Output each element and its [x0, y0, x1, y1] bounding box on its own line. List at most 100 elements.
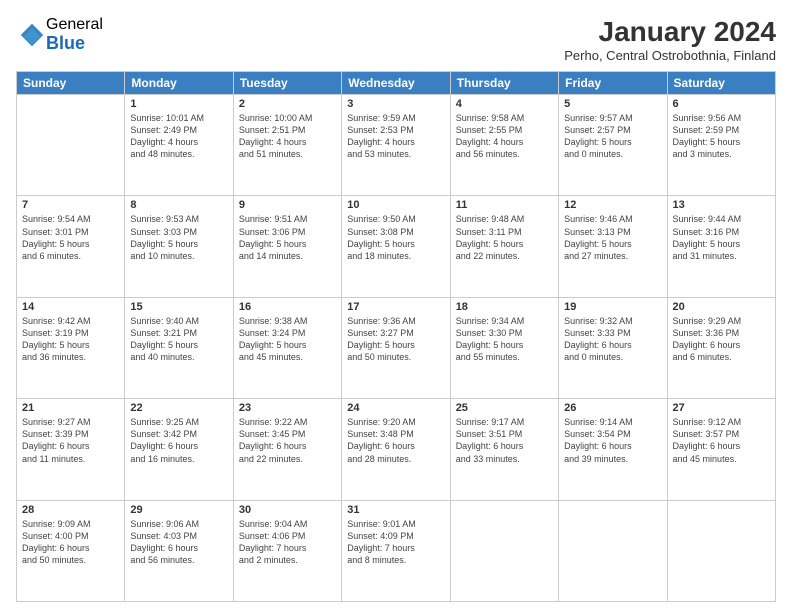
- calendar-cell: 12 Sunrise: 9:46 AM Sunset: 3:13 PM Dayli…: [559, 196, 667, 297]
- calendar-cell: 27 Sunrise: 9:12 AM Sunset: 3:57 PM Dayli…: [667, 399, 775, 500]
- calendar-week-3: 21Sunrise: 9:27 AM Sunset: 3:39 PM Dayli…: [17, 399, 776, 500]
- calendar-week-0: 1 Sunrise: 10:01 AM Sunset: 2:49 PM Dayli…: [17, 95, 776, 196]
- calendar-cell: [17, 95, 125, 196]
- day-info: Sunrise: 9:01 AM Sunset: 4:09 PM Dayligh…: [347, 518, 444, 567]
- day-number: 25: [456, 402, 553, 414]
- day-number: 29: [130, 504, 227, 516]
- calendar-cell: 11 Sunrise: 9:48 AM Sunset: 3:11 PM Dayli…: [450, 196, 558, 297]
- day-number: 6: [673, 98, 770, 110]
- calendar-cell: [450, 500, 558, 601]
- calendar-cell: 13Sunrise: 9:44 AM Sunset: 3:16 PM Dayli…: [667, 196, 775, 297]
- day-number: 31: [347, 504, 444, 516]
- calendar-week-1: 7 Sunrise: 9:54 AM Sunset: 3:01 PM Daylig…: [17, 196, 776, 297]
- header: General Blue January 2024 Perho, Central…: [16, 16, 776, 63]
- calendar-header-row: Sunday Monday Tuesday Wednesday Thursday…: [17, 72, 776, 95]
- day-number: 18: [456, 301, 553, 313]
- day-number: 30: [239, 504, 336, 516]
- calendar-cell: 14Sunrise: 9:42 AM Sunset: 3:19 PM Dayli…: [17, 297, 125, 398]
- calendar-cell: 24 Sunrise: 9:20 AM Sunset: 3:48 PM Dayli…: [342, 399, 450, 500]
- col-sunday: Sunday: [17, 72, 125, 95]
- day-number: 27: [673, 402, 770, 414]
- calendar-cell: 19 Sunrise: 9:32 AM Sunset: 3:33 PM Dayli…: [559, 297, 667, 398]
- calendar-cell: 28Sunrise: 9:09 AM Sunset: 4:00 PM Dayli…: [17, 500, 125, 601]
- day-number: 9: [239, 199, 336, 211]
- day-info: Sunrise: 9:51 AM Sunset: 3:06 PM Dayligh…: [239, 213, 336, 262]
- day-info: Sunrise: 9:54 AM Sunset: 3:01 PM Dayligh…: [22, 213, 119, 262]
- day-info: Sunrise: 9:58 AM Sunset: 2:55 PM Dayligh…: [456, 112, 553, 161]
- day-number: 7: [22, 199, 119, 211]
- logo: General Blue: [16, 16, 103, 53]
- calendar-cell: 8 Sunrise: 9:53 AM Sunset: 3:03 PM Daylig…: [125, 196, 233, 297]
- title-section: January 2024 Perho, Central Ostrobothnia…: [564, 16, 776, 63]
- col-monday: Monday: [125, 72, 233, 95]
- day-number: 23: [239, 402, 336, 414]
- day-number: 3: [347, 98, 444, 110]
- day-number: 14: [22, 301, 119, 313]
- col-friday: Friday: [559, 72, 667, 95]
- day-info: Sunrise: 9:34 AM Sunset: 3:30 PM Dayligh…: [456, 315, 553, 364]
- day-info: Sunrise: 9:46 AM Sunset: 3:13 PM Dayligh…: [564, 213, 661, 262]
- calendar-cell: 6 Sunrise: 9:56 AM Sunset: 2:59 PM Daylig…: [667, 95, 775, 196]
- calendar-cell: 7 Sunrise: 9:54 AM Sunset: 3:01 PM Daylig…: [17, 196, 125, 297]
- day-info: Sunrise: 9:22 AM Sunset: 3:45 PM Dayligh…: [239, 416, 336, 465]
- calendar-cell: 4 Sunrise: 9:58 AM Sunset: 2:55 PM Daylig…: [450, 95, 558, 196]
- calendar-cell: 30 Sunrise: 9:04 AM Sunset: 4:06 PM Dayli…: [233, 500, 341, 601]
- day-number: 19: [564, 301, 661, 313]
- col-saturday: Saturday: [667, 72, 775, 95]
- calendar-cell: 2Sunrise: 10:00 AM Sunset: 2:51 PM Dayli…: [233, 95, 341, 196]
- day-info: Sunrise: 9:06 AM Sunset: 4:03 PM Dayligh…: [130, 518, 227, 567]
- calendar-cell: 22Sunrise: 9:25 AM Sunset: 3:42 PM Dayli…: [125, 399, 233, 500]
- day-number: 12: [564, 199, 661, 211]
- day-number: 8: [130, 199, 227, 211]
- calendar-cell: 17 Sunrise: 9:36 AM Sunset: 3:27 PM Dayli…: [342, 297, 450, 398]
- calendar-cell: 21Sunrise: 9:27 AM Sunset: 3:39 PM Dayli…: [17, 399, 125, 500]
- calendar-cell: 15 Sunrise: 9:40 AM Sunset: 3:21 PM Dayli…: [125, 297, 233, 398]
- calendar: Sunday Monday Tuesday Wednesday Thursday…: [16, 71, 776, 602]
- logo-blue: Blue: [46, 34, 103, 54]
- col-tuesday: Tuesday: [233, 72, 341, 95]
- calendar-cell: 5 Sunrise: 9:57 AM Sunset: 2:57 PM Daylig…: [559, 95, 667, 196]
- day-info: Sunrise: 9:56 AM Sunset: 2:59 PM Dayligh…: [673, 112, 770, 161]
- day-number: 1: [130, 98, 227, 110]
- day-number: 11: [456, 199, 553, 211]
- calendar-cell: 9 Sunrise: 9:51 AM Sunset: 3:06 PM Daylig…: [233, 196, 341, 297]
- calendar-cell: 10 Sunrise: 9:50 AM Sunset: 3:08 PM Dayli…: [342, 196, 450, 297]
- day-number: 5: [564, 98, 661, 110]
- calendar-week-2: 14Sunrise: 9:42 AM Sunset: 3:19 PM Dayli…: [17, 297, 776, 398]
- day-info: Sunrise: 9:48 AM Sunset: 3:11 PM Dayligh…: [456, 213, 553, 262]
- day-info: Sunrise: 9:27 AM Sunset: 3:39 PM Dayligh…: [22, 416, 119, 465]
- day-info: Sunrise: 9:20 AM Sunset: 3:48 PM Dayligh…: [347, 416, 444, 465]
- day-info: Sunrise: 9:12 AM Sunset: 3:57 PM Dayligh…: [673, 416, 770, 465]
- calendar-cell: 25 Sunrise: 9:17 AM Sunset: 3:51 PM Dayli…: [450, 399, 558, 500]
- day-number: 24: [347, 402, 444, 414]
- day-number: 16: [239, 301, 336, 313]
- day-info: Sunrise: 9:14 AM Sunset: 3:54 PM Dayligh…: [564, 416, 661, 465]
- day-info: Sunrise: 9:57 AM Sunset: 2:57 PM Dayligh…: [564, 112, 661, 161]
- day-info: Sunrise: 9:17 AM Sunset: 3:51 PM Dayligh…: [456, 416, 553, 465]
- day-number: 4: [456, 98, 553, 110]
- calendar-cell: 23 Sunrise: 9:22 AM Sunset: 3:45 PM Dayli…: [233, 399, 341, 500]
- logo-icon: [18, 21, 46, 49]
- day-number: 2: [239, 98, 336, 110]
- calendar-cell: 29 Sunrise: 9:06 AM Sunset: 4:03 PM Dayli…: [125, 500, 233, 601]
- day-number: 22: [130, 402, 227, 414]
- day-info: Sunrise: 9:50 AM Sunset: 3:08 PM Dayligh…: [347, 213, 444, 262]
- day-info: Sunrise: 9:04 AM Sunset: 4:06 PM Dayligh…: [239, 518, 336, 567]
- calendar-cell: [667, 500, 775, 601]
- day-info: Sunrise: 9:53 AM Sunset: 3:03 PM Dayligh…: [130, 213, 227, 262]
- day-number: 10: [347, 199, 444, 211]
- col-thursday: Thursday: [450, 72, 558, 95]
- calendar-week-4: 28Sunrise: 9:09 AM Sunset: 4:00 PM Dayli…: [17, 500, 776, 601]
- day-info: Sunrise: 10:01 AM Sunset: 2:49 PM Daylig…: [130, 112, 227, 161]
- page: General Blue January 2024 Perho, Central…: [0, 0, 792, 612]
- day-number: 17: [347, 301, 444, 313]
- day-info: Sunrise: 9:38 AM Sunset: 3:24 PM Dayligh…: [239, 315, 336, 364]
- day-info: Sunrise: 9:32 AM Sunset: 3:33 PM Dayligh…: [564, 315, 661, 364]
- day-info: Sunrise: 9:36 AM Sunset: 3:27 PM Dayligh…: [347, 315, 444, 364]
- calendar-cell: 16 Sunrise: 9:38 AM Sunset: 3:24 PM Dayli…: [233, 297, 341, 398]
- calendar-cell: 3Sunrise: 9:59 AM Sunset: 2:53 PM Daylig…: [342, 95, 450, 196]
- day-number: 26: [564, 402, 661, 414]
- day-number: 15: [130, 301, 227, 313]
- day-info: Sunrise: 9:40 AM Sunset: 3:21 PM Dayligh…: [130, 315, 227, 364]
- day-info: Sunrise: 9:09 AM Sunset: 4:00 PM Dayligh…: [22, 518, 119, 567]
